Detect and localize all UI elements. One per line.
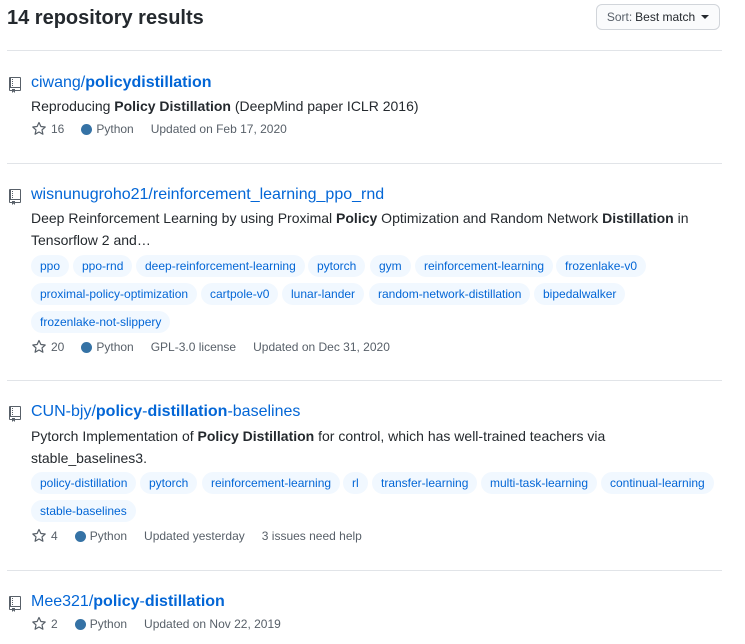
topic-tag[interactable]: gym [370, 255, 411, 277]
language-color-dot [81, 341, 93, 353]
repo-link[interactable]: wisnunugroho21/reinforcement_learning_pp… [31, 186, 384, 204]
repo-owner: Mee321/ [31, 593, 94, 610]
updated-date: Updated yesterday [144, 529, 245, 543]
repo-result-item: wisnunugroho21/reinforcement_learning_pp… [7, 164, 722, 381]
updated-date: Updated on Feb 17, 2020 [150, 122, 287, 136]
repo-description: Deep Reinforcement Learning by using Pro… [31, 207, 711, 251]
star-icon [32, 616, 46, 630]
repo-description: Pytorch Implementation of Policy Distill… [31, 425, 711, 469]
help-wanted-issues-link[interactable]: 3 issues need help [262, 529, 362, 543]
star-count[interactable]: 2 [51, 617, 58, 631]
repo-icon [9, 77, 21, 93]
repo-owner: CUN-bjy/ [31, 403, 96, 420]
repo-name-highlight: distillation [144, 593, 225, 610]
topic-tag[interactable]: proximal-policy-optimization [31, 283, 198, 305]
repo-icon [9, 189, 21, 205]
star-icon [32, 339, 46, 353]
repo-result-item: CUN-bjy/policy-distillation-baselines Py… [7, 381, 722, 571]
repo-link[interactable]: CUN-bjy/policy-distillation-baselines [31, 403, 300, 421]
star-icon [32, 121, 46, 135]
language-color-dot [74, 618, 86, 630]
results-header: 14 repository results Sort: Best match [7, 0, 722, 51]
topic-tag[interactable]: cartpole-v0 [201, 283, 279, 305]
topic-tag[interactable]: policy-distillation [31, 472, 137, 494]
repo-meta: 20 Python GPL-3.0 license Updated on Dec… [31, 339, 407, 355]
repo-name: -baselines [227, 403, 301, 420]
repo-name-highlight: policy [95, 403, 143, 420]
language-color-dot [81, 123, 93, 135]
repo-owner: ciwang/ [31, 74, 86, 91]
desc-highlight: Policy [336, 210, 378, 226]
repo-name-highlight: policydistillation [85, 74, 212, 91]
repo-icon [9, 596, 21, 612]
repo-result-item: ciwang/policydistillation Reproducing Po… [7, 51, 722, 164]
repo-name: reinforcement_learning_ppo_rnd [152, 186, 385, 203]
repo-description: Reproducing Policy Distillation (DeepMin… [31, 95, 711, 117]
desc-text: stable_baselines3. [31, 450, 147, 466]
repo-meta: 4 Python Updated yesterday 3 issues need… [31, 528, 362, 544]
repo-icon [9, 406, 21, 422]
language-color-dot [74, 530, 86, 542]
desc-text: for control, which has well-trained teac… [314, 428, 606, 444]
star-count[interactable]: 16 [51, 122, 64, 136]
star-count[interactable]: 20 [51, 340, 64, 354]
desc-text: Optimization and Random Network [377, 210, 603, 226]
repo-name-highlight: distillation [147, 403, 228, 420]
language-label: Python [96, 122, 134, 136]
repo-link[interactable]: Mee321/policy-distillation [31, 593, 225, 611]
language-label: Python [89, 529, 128, 543]
desc-highlight: Policy Distillation [114, 98, 231, 114]
topic-tag[interactable]: frozenlake-v0 [556, 255, 647, 277]
topic-tag[interactable]: ppo [31, 255, 70, 277]
desc-highlight: Distillation [602, 210, 674, 226]
topic-tag[interactable]: transfer-learning [372, 472, 478, 494]
repo-name-highlight: policy [93, 593, 140, 610]
desc-text: Reproducing [31, 98, 115, 114]
topic-tag[interactable]: rl [343, 472, 368, 494]
topic-tag[interactable]: deep-reinforcement-learning [136, 255, 305, 277]
topic-tag[interactable]: pytorch [140, 472, 198, 494]
updated-date: Updated on Nov 22, 2019 [144, 617, 281, 631]
topic-tag[interactable]: bipedalwalker [534, 283, 626, 305]
topic-tag[interactable]: continual-learning [601, 472, 714, 494]
repo-result-item: Mee321/policy-distillation 2 Python Upda… [7, 571, 722, 644]
topic-tag[interactable]: pytorch [308, 255, 366, 277]
topic-tag[interactable]: ppo-rnd [73, 255, 133, 277]
topic-tag[interactable]: lunar-lander [282, 283, 365, 305]
repo-link[interactable]: ciwang/policydistillation [31, 74, 211, 92]
language-label: Python [89, 617, 128, 631]
topic-tag[interactable]: multi-task-learning [481, 472, 598, 494]
sort-dropdown-button[interactable]: Sort: Best match [596, 4, 720, 30]
caret-down-icon [701, 15, 710, 19]
repo-meta: 2 Python Updated on Nov 22, 2019 [31, 616, 298, 632]
repo-owner: wisnunugroho21/ [31, 186, 153, 203]
updated-date: Updated on Dec 31, 2020 [253, 340, 390, 354]
sort-prefix-label: Sort: [606, 10, 633, 24]
sort-value-label: Best match [635, 10, 696, 24]
topic-tag[interactable]: random-network-distillation [369, 283, 531, 305]
desc-text: Tensorflow 2 and… [31, 232, 151, 248]
desc-highlight: Policy Distillation [197, 428, 315, 444]
repo-meta: 16 Python Updated on Feb 17, 2020 [31, 121, 304, 137]
desc-text: Pytorch Implementation of [31, 428, 198, 444]
desc-text: Deep Reinforcement Learning by using Pro… [31, 210, 337, 226]
desc-text: in [673, 210, 689, 226]
license-label: GPL-3.0 license [150, 340, 237, 354]
results-count-title: 14 repository results [7, 7, 204, 29]
topic-tag[interactable]: reinforcement-learning [415, 255, 554, 277]
topic-tag[interactable]: frozenlake-not-slippery [31, 311, 171, 333]
desc-text: (DeepMind paper ICLR 2016) [230, 98, 419, 114]
language-label: Python [96, 340, 134, 354]
topic-tag[interactable]: stable-baselines [31, 500, 136, 522]
star-icon [32, 528, 46, 542]
topic-tag[interactable]: reinforcement-learning [202, 472, 341, 494]
star-count[interactable]: 4 [51, 529, 58, 543]
